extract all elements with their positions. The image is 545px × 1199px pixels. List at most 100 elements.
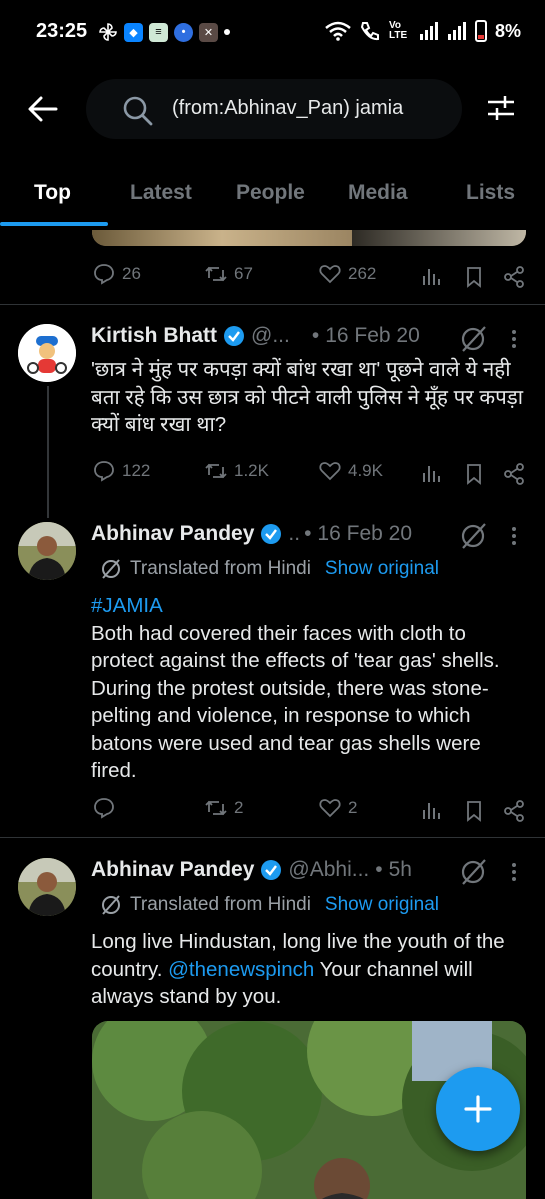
tab-latest[interactable]: Latest (130, 181, 192, 205)
search-input[interactable]: (from:Abhinav_Pan) jamia (86, 79, 462, 139)
cartoon-avatar-icon (18, 324, 76, 382)
more-options-icon[interactable] (511, 526, 517, 546)
profile-photo-icon (18, 858, 76, 916)
tab-top[interactable]: Top (34, 181, 71, 205)
views-icon[interactable] (419, 799, 443, 823)
translation-notice: Translated from Hindi Show original (100, 558, 439, 580)
tweet-actions: 2 2 (0, 796, 545, 826)
reply-count: 122 (122, 461, 151, 480)
translated-label: Translated from Hindi (130, 894, 311, 915)
tweet-time: 16 Feb 20 (317, 522, 412, 545)
tab-media[interactable]: Media (348, 181, 408, 205)
heart-icon (319, 462, 341, 481)
views-icon[interactable] (419, 462, 443, 486)
hashtag-link[interactable]: #JAMIA (91, 594, 163, 617)
like-button[interactable]: 4.9K (318, 459, 383, 483)
filter-icon[interactable] (486, 93, 516, 123)
share-icon[interactable] (502, 462, 526, 486)
reply-button[interactable]: 26 (92, 262, 141, 286)
retweet-count: 2 (234, 798, 244, 817)
call-icon (360, 22, 379, 41)
share-icon[interactable] (502, 265, 526, 289)
more-options-icon[interactable] (511, 329, 517, 349)
retweet-button[interactable]: 1.2K (204, 459, 269, 483)
tweet-text: 'छात्र ने मुंह पर कपड़ा क्यों बांध रखा थ… (91, 358, 524, 436)
heart-icon (319, 799, 341, 818)
share-icon[interactable] (502, 799, 526, 823)
verified-badge-icon (261, 524, 282, 544)
translation-notice: Translated from Hindi Show original (100, 894, 439, 916)
tab-people[interactable]: People (236, 181, 305, 205)
author-handle: @... (251, 324, 290, 347)
grok-icon[interactable] (459, 325, 487, 353)
author-handle: @Abhi... (288, 858, 370, 881)
bookmark-icon[interactable] (462, 462, 486, 486)
wifi-icon (325, 21, 351, 41)
grok-icon[interactable] (459, 522, 487, 550)
retweet-icon (205, 463, 227, 479)
active-tab-indicator (0, 222, 108, 226)
retweet-button[interactable]: 67 (204, 262, 253, 286)
retweet-icon (205, 266, 227, 282)
tweet-time: 5h (388, 858, 412, 881)
more-options-icon[interactable] (511, 862, 517, 882)
like-count: 262 (348, 264, 377, 283)
more-notifications-dot (224, 29, 230, 35)
tweet-text: #JAMIA Both had covered their faces with… (91, 592, 531, 785)
heart-icon (319, 265, 341, 284)
tweet-media[interactable] (92, 230, 526, 246)
tweet-text: Long live Hindustan, long live the youth… (91, 928, 531, 1011)
show-original-link[interactable]: Show original (325, 894, 439, 916)
reply-button[interactable]: 122 (92, 459, 150, 483)
search-query: (from:Abhinav_Pan) jamia (172, 97, 404, 119)
dominos-icon: ◆ (124, 22, 143, 42)
tweet-actions: 26 67 262 (0, 262, 545, 292)
translated-label: Translated from Hindi (130, 558, 311, 579)
author-handle: .. (288, 522, 301, 545)
like-button[interactable]: 262 (318, 262, 376, 286)
compose-tweet-button[interactable] (436, 1067, 520, 1151)
like-count: 4.9K (348, 461, 383, 480)
back-arrow-icon[interactable] (26, 92, 60, 126)
separator-dot: • (375, 858, 383, 881)
avatar[interactable] (18, 324, 76, 382)
like-count: 2 (348, 798, 358, 817)
pinwheel-icon (99, 23, 117, 41)
reply-button[interactable] (92, 796, 122, 820)
search-header: (from:Abhinav_Pan) jamia Top Latest Peop… (0, 66, 545, 241)
like-button[interactable]: 2 (318, 796, 357, 820)
verified-badge-icon (224, 326, 244, 346)
system-status: Vo LTE 8% (325, 20, 521, 42)
battery-icon (474, 20, 487, 42)
avatar[interactable] (18, 522, 76, 580)
search-tabs: Top Latest People Media Lists (0, 164, 545, 228)
tweet-header: Abhinav Pandey @Abhi... • 5h (91, 858, 412, 882)
plus-icon (464, 1095, 492, 1123)
retweet-button[interactable]: 2 (204, 796, 243, 820)
tweet-header: Abhinav Pandey .. • 16 Feb 20 (91, 522, 412, 546)
bookmark-icon[interactable] (462, 265, 486, 289)
reply-count: 26 (122, 264, 141, 283)
signal-icon (419, 22, 438, 40)
separator-dot: • (304, 522, 312, 545)
reply-icon (94, 264, 114, 285)
app-notification-icon: ≡ (149, 22, 168, 42)
avatar[interactable] (18, 858, 76, 916)
grok-icon[interactable] (459, 858, 487, 886)
bookmark-icon[interactable] (462, 799, 486, 823)
grok-translate-icon (102, 895, 120, 915)
author-name[interactable]: Abhinav Pandey (91, 858, 254, 882)
author-name[interactable]: Abhinav Pandey (91, 522, 254, 546)
views-icon[interactable] (419, 265, 443, 289)
status-time: 23:25 (36, 20, 88, 42)
tweet-time: 16 Feb 20 (325, 324, 420, 347)
tweet-divider (0, 837, 545, 838)
news-app-icon: ✕ (199, 22, 218, 42)
mention-link[interactable]: @thenewspinch (168, 958, 314, 981)
reply-icon (94, 798, 114, 819)
tweet-divider (0, 304, 545, 305)
tab-lists[interactable]: Lists (466, 181, 515, 205)
thread-connector (47, 386, 49, 518)
author-name[interactable]: Kirtish Bhatt (91, 324, 217, 348)
show-original-link[interactable]: Show original (325, 558, 439, 580)
